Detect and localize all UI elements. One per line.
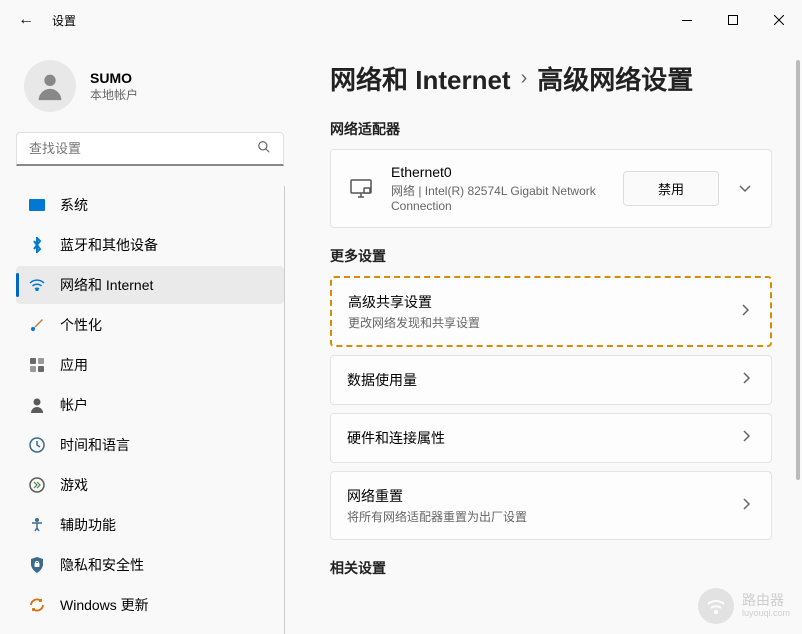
ethernet-info: Ethernet0 网络 | Intel(R) 82574L Gigabit N… <box>391 164 607 213</box>
chevron-right-icon <box>739 429 755 447</box>
chevron-right-icon <box>738 303 754 321</box>
data-usage-card[interactable]: 数据使用量 <box>330 355 772 405</box>
sidebar-item-bluetooth[interactable]: 蓝牙和其他设备 <box>16 226 284 264</box>
back-button[interactable]: ← <box>18 11 34 29</box>
sidebar: SUMO 本地帐户 系统 蓝牙和其他设备 网络和 Interne <box>0 40 300 634</box>
user-info: SUMO 本地帐户 <box>90 70 138 103</box>
sidebar-item-personalization[interactable]: 个性化 <box>16 306 284 344</box>
card-title: 网络重置 <box>347 486 723 506</box>
bluetooth-icon <box>28 236 46 254</box>
scrollbar[interactable] <box>796 60 800 620</box>
sidebar-item-label: 时间和语言 <box>60 435 130 455</box>
chevron-right-icon <box>739 497 755 515</box>
ethernet-name: Ethernet0 <box>391 164 607 180</box>
network-reset-card[interactable]: 网络重置 将所有网络适配器重置为出厂设置 <box>330 471 772 540</box>
sidebar-item-label: 游戏 <box>60 475 88 495</box>
section-title: 相关设置 <box>330 558 772 578</box>
sidebar-item-update[interactable]: Windows 更新 <box>16 586 284 624</box>
brush-icon <box>28 316 46 334</box>
maximize-button[interactable] <box>710 4 756 36</box>
ethernet-desc: 网络 | Intel(R) 82574L Gigabit Network Con… <box>391 182 607 213</box>
user-section[interactable]: SUMO 本地帐户 <box>16 52 284 132</box>
hardware-properties-card[interactable]: 硬件和连接属性 <box>330 413 772 463</box>
adapters-section: 网络适配器 Ethernet0 网络 | Intel(R) 82574L Gig… <box>330 119 772 228</box>
sidebar-item-label: 个性化 <box>60 315 102 335</box>
clock-lang-icon <box>28 436 46 454</box>
accessibility-icon <box>28 516 46 534</box>
chevron-down-icon[interactable] <box>735 180 755 198</box>
system-icon <box>28 196 46 214</box>
sidebar-item-system[interactable]: 系统 <box>16 186 284 224</box>
breadcrumb-current: 高级网络设置 <box>537 60 693 97</box>
update-icon <box>28 596 46 614</box>
section-title: 更多设置 <box>330 246 772 266</box>
card-title: 硬件和连接属性 <box>347 428 723 448</box>
search-box[interactable] <box>16 132 284 166</box>
sidebar-item-label: 辅助功能 <box>60 515 116 535</box>
watermark-url: luyouqi.com <box>742 609 790 619</box>
sidebar-item-label: 隐私和安全性 <box>60 555 144 575</box>
sidebar-item-gaming[interactable]: 游戏 <box>16 466 284 504</box>
sidebar-item-apps[interactable]: 应用 <box>16 346 284 384</box>
card-subtitle: 更改网络发现和共享设置 <box>348 314 722 331</box>
titlebar: ← 设置 <box>0 0 802 40</box>
breadcrumb: 网络和 Internet › 高级网络设置 <box>330 60 772 97</box>
section-title: 网络适配器 <box>330 119 772 139</box>
person-icon <box>28 396 46 414</box>
sidebar-item-label: 帐户 <box>60 395 88 415</box>
gaming-icon <box>28 476 46 494</box>
sidebar-item-label: 应用 <box>60 355 88 375</box>
minimize-button[interactable] <box>664 4 710 36</box>
ethernet-card[interactable]: Ethernet0 网络 | Intel(R) 82574L Gigabit N… <box>330 149 772 228</box>
close-button[interactable] <box>756 4 802 36</box>
user-account-type: 本地帐户 <box>90 86 138 103</box>
breadcrumb-parent[interactable]: 网络和 Internet <box>330 60 511 97</box>
disable-button[interactable]: 禁用 <box>623 171 719 206</box>
main-content: 网络和 Internet › 高级网络设置 网络适配器 Ethernet0 网络… <box>300 40 802 634</box>
shield-icon <box>28 556 46 574</box>
sidebar-item-accounts[interactable]: 帐户 <box>16 386 284 424</box>
card-subtitle: 将所有网络适配器重置为出厂设置 <box>347 508 723 525</box>
card-title: 高级共享设置 <box>348 292 722 312</box>
monitor-icon <box>347 179 375 199</box>
sidebar-item-time[interactable]: 时间和语言 <box>16 426 284 464</box>
sidebar-item-label: Windows 更新 <box>60 595 149 615</box>
wifi-icon <box>28 276 46 294</box>
sidebar-item-label: 网络和 Internet <box>60 275 153 295</box>
card-title: 数据使用量 <box>347 370 723 390</box>
search-input[interactable] <box>29 141 257 156</box>
sidebar-item-privacy[interactable]: 隐私和安全性 <box>16 546 284 584</box>
search-icon <box>257 140 271 157</box>
watermark: 路由器 luyouqi.com <box>698 588 790 624</box>
user-name: SUMO <box>90 70 138 86</box>
scrollbar-thumb[interactable] <box>796 60 800 480</box>
watermark-logo-icon <box>698 588 734 624</box>
window-title: 设置 <box>52 12 76 29</box>
watermark-title: 路由器 <box>742 593 790 608</box>
sidebar-item-network[interactable]: 网络和 Internet <box>16 266 284 304</box>
chevron-right-icon <box>739 371 755 389</box>
advanced-sharing-card[interactable]: 高级共享设置 更改网络发现和共享设置 <box>330 276 772 347</box>
related-section: 相关设置 <box>330 558 772 578</box>
watermark-text: 路由器 luyouqi.com <box>742 593 790 618</box>
nav-list: 系统 蓝牙和其他设备 网络和 Internet 个性化 应用 帐户 <box>16 186 284 624</box>
avatar <box>24 60 76 112</box>
nav-divider <box>284 186 285 634</box>
titlebar-left: ← 设置 <box>18 11 76 29</box>
sidebar-item-label: 系统 <box>60 195 88 215</box>
window-controls <box>664 4 802 36</box>
apps-icon <box>28 356 46 374</box>
chevron-right-icon: › <box>521 67 528 90</box>
more-settings-section: 更多设置 高级共享设置 更改网络发现和共享设置 数据使用量 <box>330 246 772 540</box>
sidebar-item-accessibility[interactable]: 辅助功能 <box>16 506 284 544</box>
sidebar-item-label: 蓝牙和其他设备 <box>60 235 158 255</box>
